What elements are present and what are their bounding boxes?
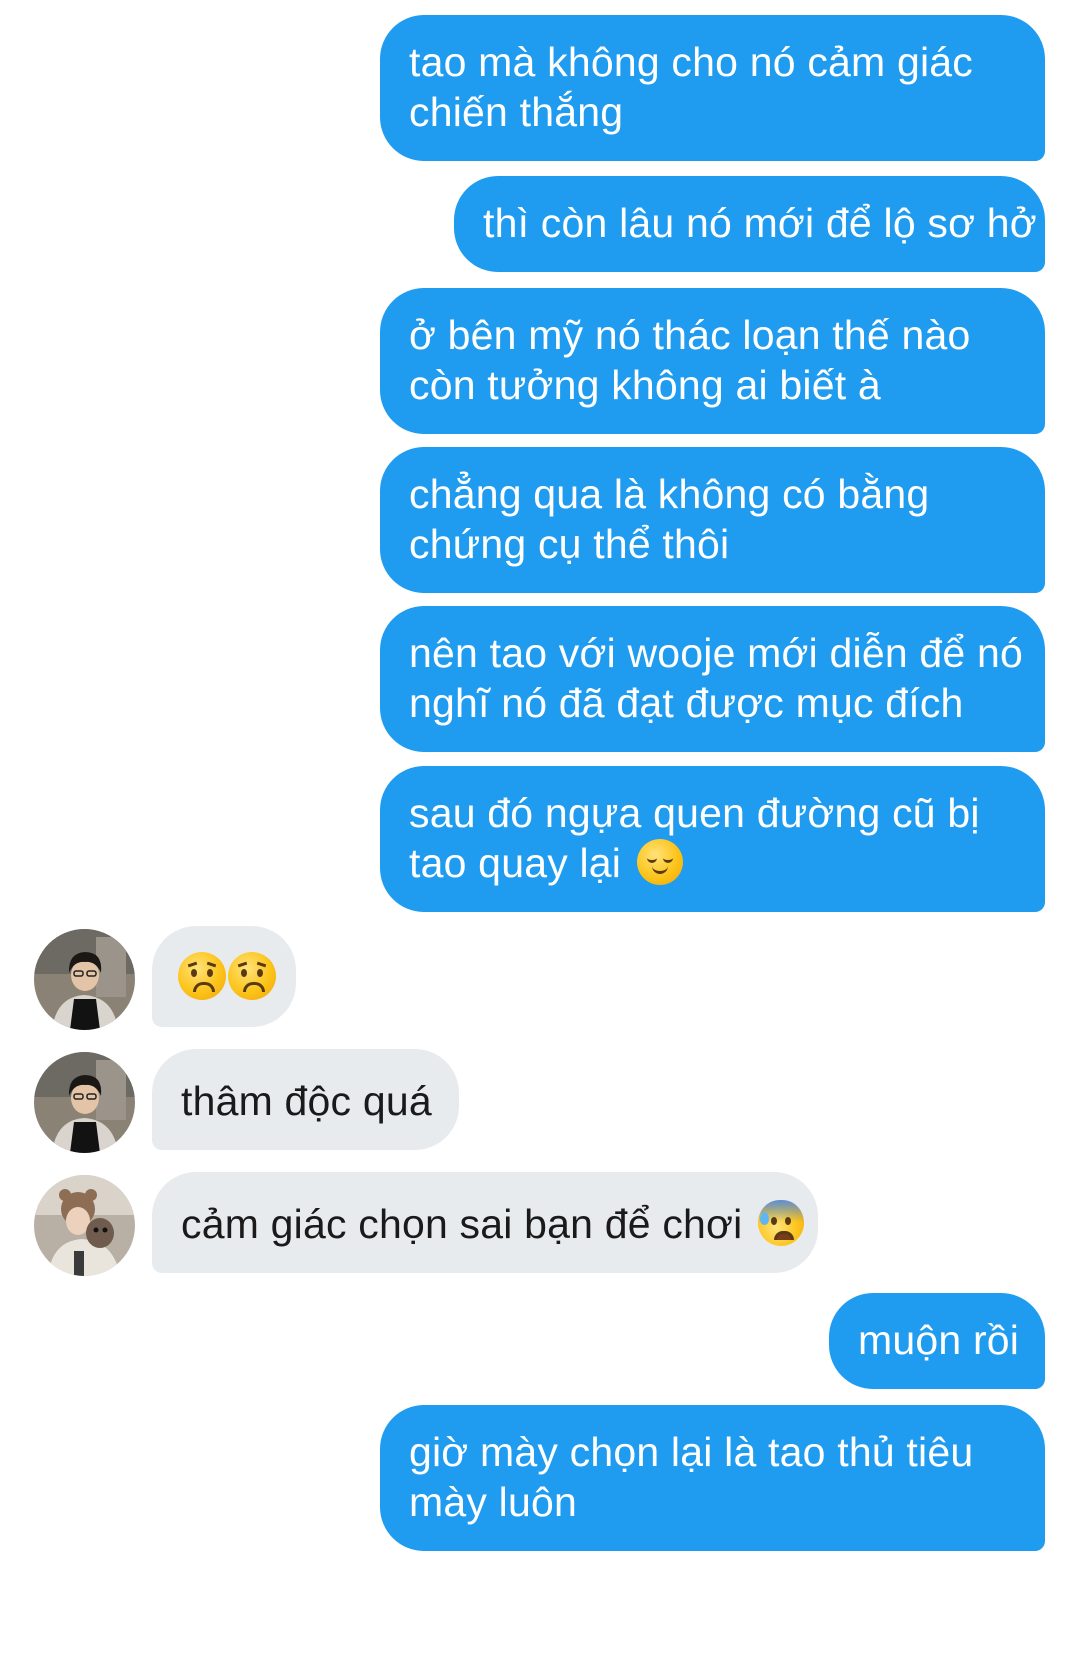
worried-face-icon xyxy=(178,952,226,1000)
avatar-photo-icon xyxy=(34,929,135,1030)
message-text: nên tao với wooje mới diễn để nó xyxy=(409,630,1024,676)
outgoing-message[interactable]: nên tao với wooje mới diễn để nó nghĩ nó… xyxy=(380,606,1045,752)
message-text: tao quay lại xyxy=(409,840,622,886)
chat-thread: tao mà không cho nó cảm giác chiến thắng… xyxy=(0,0,1080,1657)
avatar[interactable] xyxy=(34,1052,135,1153)
incoming-message[interactable]: thâm độc quá xyxy=(152,1049,459,1150)
anxious-face-with-sweat-icon xyxy=(758,1200,805,1246)
message-text: mày luôn xyxy=(409,1479,577,1525)
message-text: sau đó ngựa quen đường cũ bị xyxy=(409,790,980,836)
outgoing-message[interactable]: thì còn lâu nó mới để lộ sơ hở xyxy=(454,176,1045,272)
message-text: muộn rồi xyxy=(858,1317,1020,1363)
message-text: còn tưởng không ai biết à xyxy=(409,362,881,408)
message-text: chiến thắng xyxy=(409,89,624,135)
avatar[interactable] xyxy=(34,1175,135,1276)
avatar[interactable] xyxy=(34,929,135,1030)
worried-face-icon xyxy=(228,952,276,1000)
incoming-message[interactable] xyxy=(152,926,296,1027)
message-text: nghĩ nó đã đạt được mục đích xyxy=(409,680,964,726)
message-text: thâm độc quá xyxy=(181,1078,432,1124)
outgoing-message[interactable]: sau đó ngựa quen đường cũ bị tao quay lạ… xyxy=(380,766,1045,912)
outgoing-message[interactable]: muộn rồi xyxy=(829,1293,1045,1389)
outgoing-message[interactable]: tao mà không cho nó cảm giác chiến thắng xyxy=(380,15,1045,161)
avatar-photo-icon xyxy=(34,1175,135,1276)
outgoing-message[interactable]: ở bên mỹ nó thác loạn thế nào còn tưởng … xyxy=(380,288,1045,434)
message-text: ở bên mỹ nó thác loạn thế nào xyxy=(409,312,971,358)
avatar-photo-icon xyxy=(34,1052,135,1153)
message-line: cảm giác chọn sai bạn để chơi xyxy=(181,1199,805,1249)
message-text: tao mà không cho nó cảm giác xyxy=(409,39,973,85)
outgoing-message[interactable]: giờ mày chọn lại là tao thủ tiêu mày luô… xyxy=(380,1405,1045,1551)
message-text: chứng cụ thể thôi xyxy=(409,521,730,567)
message-line xyxy=(178,952,276,1003)
incoming-message[interactable]: cảm giác chọn sai bạn để chơi xyxy=(152,1172,818,1273)
message-text: chẳng qua là không có bằng xyxy=(409,471,930,517)
outgoing-message[interactable]: chẳng qua là không có bằng chứng cụ thể … xyxy=(380,447,1045,593)
message-text: thì còn lâu nó mới để lộ sơ hở xyxy=(483,200,1037,246)
message-line: tao quay lại xyxy=(409,838,1015,888)
message-text: cảm giác chọn sai bạn để chơi xyxy=(181,1201,743,1247)
message-text: giờ mày chọn lại là tao thủ tiêu xyxy=(409,1429,974,1475)
relieved-face-icon xyxy=(636,839,683,885)
